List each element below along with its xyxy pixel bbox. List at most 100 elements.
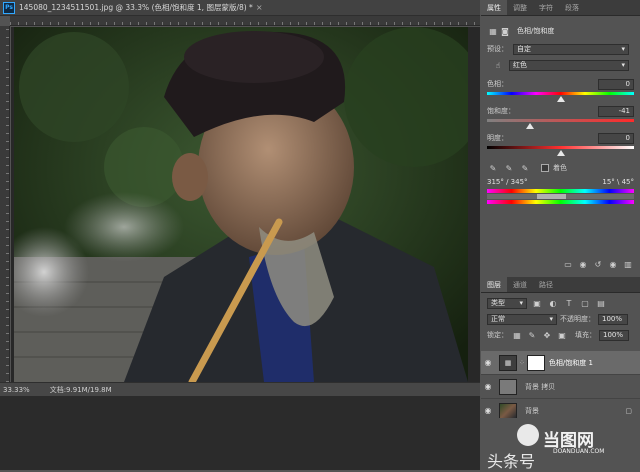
tab-character[interactable]: 字符 (533, 0, 559, 15)
photoshop-logo-icon: Ps (3, 1, 15, 14)
lock-all-icon[interactable]: ▣ (556, 329, 568, 341)
tab-paragraph[interactable]: 段落 (559, 0, 585, 15)
lock-paint-icon[interactable]: ✎ (526, 329, 538, 341)
clip-to-layer-icon[interactable]: ▭ (562, 258, 574, 270)
preset-select[interactable]: 自定 ▾ (513, 43, 629, 55)
color-range-bar-top (487, 189, 634, 193)
watermark-logo-sub: DOANDUAN.COM (553, 448, 605, 455)
horizontal-ruler[interactable] (10, 16, 480, 26)
layer-name[interactable]: 背景 (525, 406, 539, 416)
layer-name[interactable]: 背景 拷贝 (525, 382, 555, 392)
eye-icon[interactable]: ◉ (481, 406, 495, 415)
color-range-selector[interactable] (487, 194, 634, 199)
layers-panel: 图层 通道 路径 类型 ▾ ▣ ◐ T ▢ ▤ 正常 ▾ 不透明度： 100% … (481, 277, 640, 423)
lightness-label: 明度： (487, 134, 508, 142)
fill-input[interactable]: 100% (599, 329, 629, 341)
document-title: 145080_1234511501.jpg @ 33.3% (色相/饱和度 1,… (19, 3, 253, 12)
adjustment-icon: ▦ (489, 26, 497, 36)
range-left-readout: 315° / 345° (487, 178, 528, 186)
hue-input[interactable]: 0 (598, 78, 634, 90)
link-icon[interactable]: ⁘ (519, 359, 525, 367)
tab-adjustments[interactable]: 调整 (507, 0, 533, 15)
reset-icon[interactable]: ↺ (592, 258, 604, 270)
range-selection[interactable] (536, 194, 567, 199)
lock-move-icon[interactable]: ✥ (541, 329, 553, 341)
chevron-down-icon: ▾ (519, 299, 523, 307)
document-info[interactable]: 文档:9.91M/19.8M (50, 385, 112, 395)
lightness-value: 0 (625, 134, 630, 142)
colorize-checkbox[interactable] (541, 164, 549, 172)
chevron-down-icon: ▾ (621, 61, 625, 69)
properties-tabs: 属性 调整 字符 段落 (481, 0, 640, 16)
watermark-text: 头条号 (487, 452, 536, 471)
color-range-bar-bottom (487, 200, 634, 204)
saturation-label: 饱和度： (487, 107, 515, 115)
range-right-readout: 15° \ 45° (602, 178, 634, 186)
layer-thumbnail (499, 378, 517, 395)
opacity-value: 100% (602, 315, 623, 323)
adjustment-layer-thumbnail: ▦ (499, 354, 517, 371)
hue-value: 0 (625, 80, 630, 88)
eye-icon[interactable]: ◉ (481, 358, 495, 367)
hand-target-icon[interactable]: ☝ (487, 59, 509, 71)
blend-mode-value: 正常 (491, 315, 505, 323)
canvas-photo[interactable] (14, 27, 468, 382)
mask-icon[interactable]: ◙ (499, 25, 511, 37)
filter-adjustment-icon[interactable]: ◐ (547, 297, 559, 309)
view-previous-icon[interactable]: ◉ (577, 258, 589, 270)
layer-thumbnail (499, 402, 517, 419)
close-tab-icon[interactable]: × (256, 3, 263, 12)
eyedropper-minus-icon[interactable]: ✎ (519, 162, 531, 174)
layer-filter-select[interactable]: 类型 ▾ (487, 297, 527, 309)
saturation-input[interactable]: -41 (598, 105, 634, 117)
properties-panel: 属性 调整 字符 段落 ▦ ◙ 色相/饱和度 预设： 自定 ▾ ☝ 红色 ▾ 色… (481, 0, 640, 270)
status-bar: 33.33% 文档:9.91M/19.8M (0, 382, 480, 396)
tab-paths[interactable]: 路径 (533, 277, 559, 292)
preset-value: 自定 (517, 45, 531, 53)
layer-row-adjustment[interactable]: ◉ ▦ ⁘ 色相/饱和度 1 (481, 351, 640, 375)
filter-type-icon[interactable]: T (563, 297, 575, 309)
lightness-input[interactable]: 0 (598, 132, 634, 144)
channel-select[interactable]: 红色 ▾ (509, 59, 629, 71)
document-tab[interactable]: Ps 145080_1234511501.jpg @ 33.3% (色相/饱和度… (0, 0, 480, 16)
eyedropper-icon[interactable]: ✎ (487, 162, 499, 174)
eyedropper-plus-icon[interactable]: ✎ (503, 162, 515, 174)
panel-header-label: 色相/饱和度 (517, 27, 555, 35)
opacity-input[interactable]: 100% (598, 313, 628, 325)
chevron-down-icon: ▾ (621, 45, 625, 53)
blend-mode-select[interactable]: 正常 ▾ (487, 313, 557, 325)
lightness-slider-thumb[interactable] (556, 150, 565, 156)
zoom-level[interactable]: 33.33% (3, 386, 30, 394)
hue-slider[interactable] (487, 92, 634, 102)
watermark-logo-icon (517, 424, 539, 446)
preset-label: 预设： (487, 45, 508, 53)
fill-value: 100% (603, 331, 624, 339)
vertical-ruler[interactable] (0, 26, 10, 382)
lightness-slider[interactable] (487, 146, 634, 156)
layer-row-background-copy[interactable]: ◉ 背景 拷贝 (481, 375, 640, 399)
visibility-icon[interactable]: ◉ (607, 258, 619, 270)
trash-icon[interactable]: ▥ (622, 258, 634, 270)
tab-channels[interactable]: 通道 (507, 277, 533, 292)
tab-layers[interactable]: 图层 (481, 277, 507, 292)
saturation-value: -41 (618, 107, 630, 115)
filter-shape-icon[interactable]: ▢ (579, 297, 591, 309)
lock-label: 锁定： (487, 331, 508, 339)
filter-smart-icon[interactable]: ▤ (595, 297, 607, 309)
empty-workspace (0, 396, 480, 470)
saturation-slider[interactable] (487, 119, 634, 129)
hue-label: 色相： (487, 80, 508, 88)
saturation-slider-thumb[interactable] (526, 123, 535, 129)
layer-name[interactable]: 色相/饱和度 1 (549, 358, 593, 368)
filter-pixel-icon[interactable]: ▣ (531, 297, 543, 309)
portrait-image (14, 27, 468, 382)
eye-icon[interactable]: ◉ (481, 382, 495, 391)
layer-mask-thumbnail[interactable] (526, 354, 545, 371)
opacity-label: 不透明度： (560, 315, 595, 323)
tab-properties[interactable]: 属性 (481, 0, 507, 15)
channel-value: 红色 (513, 61, 527, 69)
fill-label: 填充： (575, 331, 596, 339)
layers-tabs: 图层 通道 路径 (481, 277, 640, 293)
hue-slider-thumb[interactable] (556, 96, 565, 102)
lock-transparency-icon[interactable]: ▦ (511, 329, 523, 341)
